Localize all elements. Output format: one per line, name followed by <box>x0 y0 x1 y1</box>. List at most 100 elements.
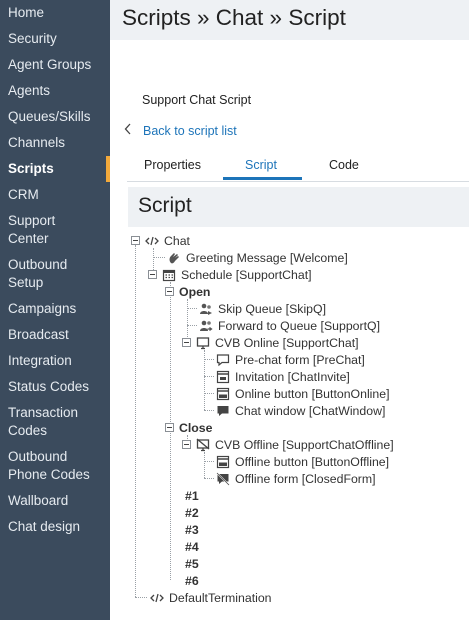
sidebar-item-chat-design[interactable]: Chat design <box>0 518 110 536</box>
sidebar-item-transaction-codes[interactable]: Transaction Codes <box>0 404 90 440</box>
sidebar-item-security[interactable]: Security <box>0 30 110 48</box>
tree-node-hash-2[interactable]: #2 <box>185 504 199 521</box>
back-to-script-list-link[interactable]: Back to script list <box>124 123 237 138</box>
script-panel-header: Script <box>128 187 469 227</box>
tree-node-label: Greeting Message [Welcome] <box>186 250 348 265</box>
tree-connector <box>204 452 205 478</box>
code-icon <box>145 234 159 248</box>
tree-node-open[interactable]: Open <box>165 283 210 300</box>
tree-node-label: Forward to Queue [SupportQ] <box>218 318 380 333</box>
tree-node-label: CVB Offline [SupportChatOffline] <box>215 437 394 452</box>
tab-code[interactable]: Code <box>329 158 359 172</box>
sidebar-item-status-codes[interactable]: Status Codes <box>0 378 110 396</box>
collapse-toggle-icon[interactable] <box>131 236 140 245</box>
sidebar-item-queues-skills[interactable]: Queues/Skills <box>0 108 110 126</box>
tree-node-hash-3[interactable]: #3 <box>185 521 199 538</box>
tree-node-default-termination[interactable]: DefaultTermination <box>150 589 272 606</box>
hand-wave-icon <box>167 251 181 265</box>
tree-node-offline-form[interactable]: Offline form [ClosedForm] <box>216 470 376 487</box>
tree-node-offline-button[interactable]: Offline button [ButtonOffline] <box>216 453 389 470</box>
sidebar-item-integration[interactable]: Integration <box>0 352 110 370</box>
tree-node-chat-window[interactable]: Chat window [ChatWindow] <box>216 402 385 419</box>
sidebar-item-outbound-setup[interactable]: Outbound Setup <box>0 256 80 292</box>
tree-node-label: CVB Online [SupportChat] <box>215 335 359 350</box>
calendar-icon <box>162 268 176 282</box>
chevron-left-icon <box>124 123 133 138</box>
users-skip-icon <box>199 302 213 316</box>
users-forward-icon <box>199 319 213 333</box>
tree-node-hash-5[interactable]: #5 <box>185 555 199 572</box>
collapse-toggle-icon[interactable] <box>165 423 174 432</box>
tree-node-greeting[interactable]: Greeting Message [Welcome] <box>167 249 348 266</box>
tree-node-close[interactable]: Close <box>165 419 213 436</box>
tree-node-label: Offline form [ClosedForm] <box>235 471 376 486</box>
tree-node-hash-1[interactable]: #1 <box>185 487 199 504</box>
chat-bubble-off-icon <box>216 471 230 486</box>
tree-node-schedule[interactable]: Schedule [SupportChat] <box>148 266 312 283</box>
active-tab-underline <box>223 177 302 180</box>
tree-node-label: Close <box>179 420 213 435</box>
tree-node-cvb-offline[interactable]: CVB Offline [SupportChatOffline] <box>182 436 394 453</box>
window-button-icon <box>216 455 230 469</box>
sidebar-item-agent-groups[interactable]: Agent Groups <box>0 56 110 74</box>
sidebar-item-channels[interactable]: Channels <box>0 134 110 152</box>
tab-properties[interactable]: Properties <box>144 158 201 172</box>
back-link-label: Back to script list <box>143 123 237 138</box>
active-indicator <box>106 156 110 182</box>
tree-connector <box>204 376 214 377</box>
tab-script[interactable]: Script <box>245 158 277 172</box>
tree-connector <box>204 410 214 411</box>
tree-connector <box>204 478 214 479</box>
tree-node-prechat[interactable]: Pre-chat form [PreChat] <box>216 351 365 368</box>
panel-title: Script <box>138 194 192 217</box>
chat-bubble-icon <box>216 404 230 418</box>
tree-node-label: Pre-chat form [PreChat] <box>235 352 365 367</box>
tree-connector <box>187 325 197 326</box>
tree-connector <box>153 257 165 258</box>
sidebar-item-crm[interactable]: CRM <box>0 186 110 204</box>
sidebar-item-scripts[interactable]: Scripts <box>0 160 110 178</box>
tree-node-cvb-online[interactable]: CVB Online [SupportChat] <box>182 334 359 351</box>
tree-connector <box>204 393 214 394</box>
window-form-icon <box>216 370 230 384</box>
tree-node-label: Skip Queue [SkipQ] <box>218 301 326 316</box>
tree-node-label: Chat <box>164 233 190 248</box>
sidebar-item-home[interactable]: Home <box>0 4 110 22</box>
monitor-off-icon <box>196 438 210 452</box>
tree-connector <box>135 597 147 598</box>
tree-node-forward-queue[interactable]: Forward to Queue [SupportQ] <box>199 317 380 334</box>
monitor-icon <box>196 336 210 350</box>
collapse-toggle-icon[interactable] <box>182 440 191 449</box>
tree-connector <box>135 245 136 597</box>
tree-node-invitation[interactable]: Invitation [ChatInvite] <box>216 368 350 385</box>
tree-node-skip-queue[interactable]: Skip Queue [SkipQ] <box>199 300 326 317</box>
chat-bubble-outline-icon <box>216 353 230 367</box>
page-header: Scripts » Chat » Script <box>110 0 469 40</box>
tree-node-hash-6[interactable]: #6 <box>185 572 199 589</box>
sidebar-item-wallboard[interactable]: Wallboard <box>0 492 110 510</box>
tree-connector <box>187 308 197 309</box>
tree-connector <box>204 461 214 462</box>
tree-node-hash-4[interactable]: #4 <box>185 538 199 555</box>
page-title: Scripts » Chat » Script <box>122 5 346 30</box>
sidebar-item-campaigns[interactable]: Campaigns <box>0 300 110 318</box>
collapse-toggle-icon[interactable] <box>165 287 174 296</box>
tree-node-label: Schedule [SupportChat] <box>181 267 312 282</box>
tree-node-label: Open <box>179 284 211 299</box>
tree-node-online-button[interactable]: Online button [ButtonOnline] <box>216 385 390 402</box>
tree-connector <box>204 359 214 360</box>
tree-node-label: DefaultTermination <box>169 590 272 605</box>
tree-node-chat[interactable]: Chat <box>131 232 190 249</box>
tree-node-label: Chat window [ChatWindow] <box>235 403 386 418</box>
sidebar: Home Security Agent Groups Agents Queues… <box>0 0 110 620</box>
sidebar-item-broadcast[interactable]: Broadcast <box>0 326 110 344</box>
tree-node-label: Invitation [ChatInvite] <box>235 369 350 384</box>
sidebar-item-agents[interactable]: Agents <box>0 82 110 100</box>
tree-node-label: Online button [ButtonOnline] <box>235 386 390 401</box>
sidebar-item-outbound-phone-codes[interactable]: Outbound Phone Codes <box>0 448 96 484</box>
script-name-label: Support Chat Script <box>142 93 252 107</box>
collapse-toggle-icon[interactable] <box>182 338 191 347</box>
tree-node-label: Offline button [ButtonOffline] <box>235 454 390 469</box>
sidebar-item-support-center[interactable]: Support Center <box>0 212 80 248</box>
collapse-toggle-icon[interactable] <box>148 270 157 279</box>
